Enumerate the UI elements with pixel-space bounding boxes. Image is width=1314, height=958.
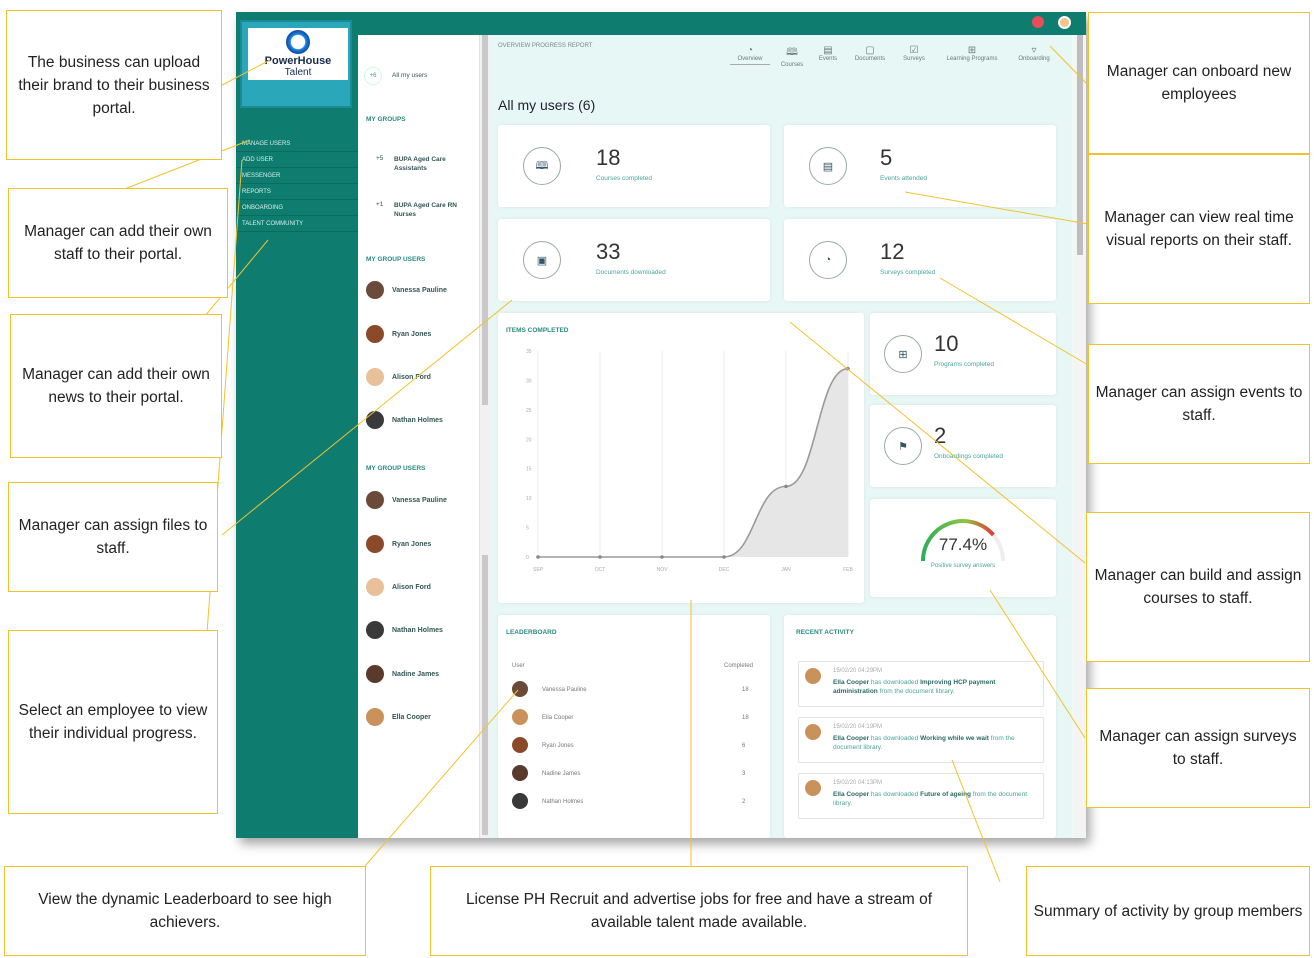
callout-summary: Summary of activity by group members [1026, 866, 1310, 956]
callout-events: Manager can assign events to staff. [1088, 344, 1310, 464]
callout-courses: Manager can build and assign courses to … [1086, 512, 1310, 662]
callout-line [939, 277, 1089, 366]
callout-leaderboard: View the dynamic Leaderboard to see high… [4, 866, 366, 956]
callout-line [364, 689, 519, 867]
callout-surveys: Manager can assign surveys to staff. [1086, 688, 1310, 808]
callout-add-news: Manager can add their own news to their … [10, 314, 222, 458]
callout-line [989, 589, 1086, 739]
callout-assign-files: Manager can assign files to staff. [8, 482, 218, 592]
callout-brand: The business can upload their brand to t… [6, 10, 222, 160]
callout-reports: Manager can view real time visual report… [1088, 154, 1310, 304]
callout-onboard: Manager can onboard new employees [1088, 12, 1310, 154]
callout-line [789, 321, 1086, 564]
callout-line [221, 299, 513, 536]
callout-add-staff: Manager can add their own staff to their… [8, 188, 228, 298]
callout-line [1049, 45, 1089, 86]
callout-line [904, 191, 1089, 225]
callout-line [951, 759, 1001, 883]
callout-license: License PH Recruit and advertise jobs fo… [430, 866, 968, 956]
callout-select-employee: Select an employee to view their individ… [8, 630, 218, 814]
